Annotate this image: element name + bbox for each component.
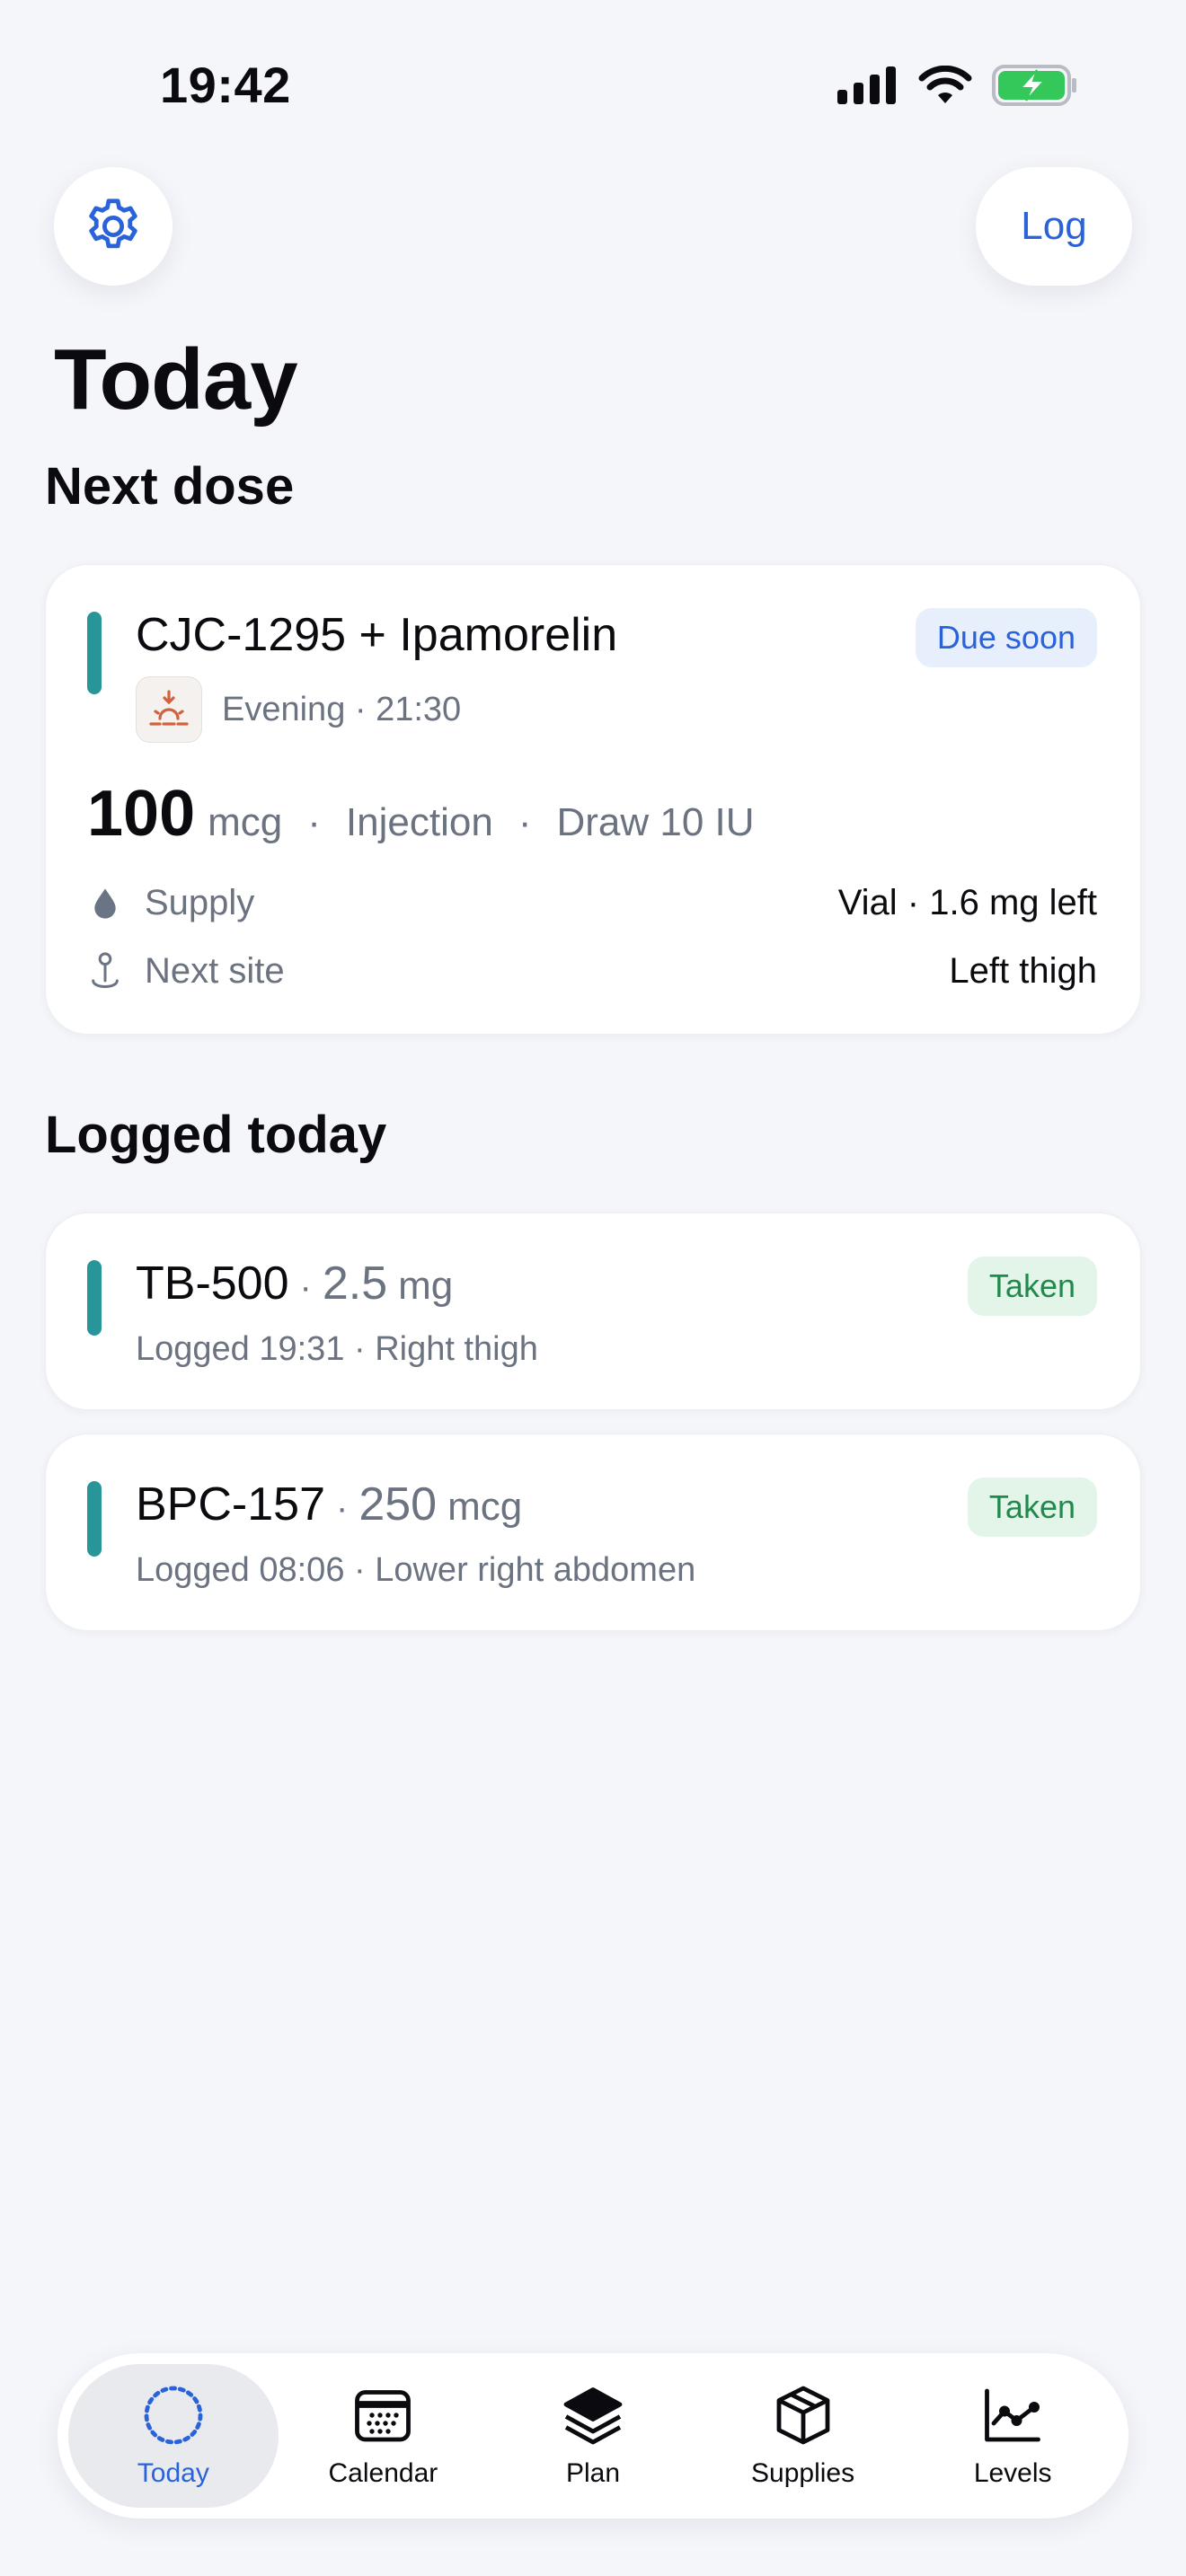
separator-dot: · (307, 800, 321, 844)
dose-time: Evening · 21:30 (222, 691, 462, 728)
next-site-value: Left thigh (949, 950, 1097, 991)
logged-item-amount: 250 (358, 1478, 438, 1531)
logged-item-title: TB-500 · 2.5 mg (136, 1257, 453, 1310)
dose-amount: 100 (87, 778, 196, 850)
dose-draw: Draw 10 IU (556, 800, 755, 844)
tab-today[interactable]: Today (68, 2364, 279, 2508)
battery-charging-icon (992, 65, 1076, 106)
logged-item-name: BPC-157 (136, 1478, 325, 1531)
logged-item-name: TB-500 (136, 1257, 289, 1310)
evening-sunset-icon (136, 676, 202, 743)
gear-icon (89, 198, 137, 249)
wifi-icon (918, 66, 972, 103)
logged-today-heading: Logged today (45, 1106, 387, 1164)
accent-bar (87, 1260, 102, 1336)
location-pin-icon (92, 952, 119, 989)
logged-item-detail: Logged 08:06 · Lower right abdomen (136, 1551, 696, 1589)
tab-label: Calendar (328, 2458, 438, 2488)
supply-label: Supply (145, 883, 255, 922)
separator-dot: · (336, 1488, 349, 1528)
separator-dot: · (299, 1267, 312, 1307)
log-button[interactable]: Log (976, 167, 1132, 286)
today-icon (144, 2386, 203, 2445)
next-dose-card[interactable]: CJC-1295 + Ipamorelin Due soon Evening ·… (45, 564, 1141, 1035)
status-time: 19:42 (160, 57, 291, 113)
box-icon (776, 2386, 829, 2445)
dose-summary: 100 mcg · Injection · Draw 10 IU (87, 777, 755, 851)
taken-badge: Taken (967, 1478, 1097, 1537)
accent-bar (87, 612, 102, 694)
logged-item-card[interactable]: TB-500 · 2.5 mg Taken Logged 19:31 · Rig… (45, 1213, 1141, 1410)
next-site-row: Next site Left thigh (87, 949, 1097, 992)
dose-route: Injection (345, 800, 493, 844)
supply-row: Supply Vial · 1.6 mg left (87, 883, 1097, 923)
page-title: Today (54, 331, 298, 428)
tab-calendar[interactable]: Calendar (279, 2364, 489, 2508)
droplet-icon (94, 887, 116, 919)
tab-label: Levels (973, 2458, 1052, 2488)
layers-icon (563, 2387, 623, 2445)
dose-unit: mcg (208, 800, 283, 844)
tab-label: Plan (565, 2458, 620, 2488)
dose-name: CJC-1295 + Ipamorelin (136, 609, 618, 661)
accent-bar (87, 1481, 102, 1557)
tab-plan[interactable]: Plan (488, 2364, 698, 2508)
next-site-label: Next site (145, 950, 285, 991)
separator-dot: · (518, 800, 532, 844)
status-icons (837, 65, 1078, 106)
tab-supplies[interactable]: Supplies (698, 2364, 908, 2508)
status-badge: Due soon (915, 608, 1097, 667)
logged-item-amount: 2.5 (322, 1257, 388, 1310)
logged-item-card[interactable]: BPC-157 · 250 mcg Taken Logged 08:06 · L… (45, 1434, 1141, 1631)
chart-line-icon (985, 2388, 1041, 2442)
next-dose-heading: Next dose (45, 457, 295, 516)
tab-levels[interactable]: Levels (907, 2364, 1118, 2508)
logged-item-unit: mcg (447, 1485, 523, 1529)
supply-value: Vial · 1.6 mg left (837, 883, 1097, 922)
tab-bar: Today Calendar Plan Supplies Levels (58, 2353, 1128, 2519)
taken-badge: Taken (967, 1257, 1097, 1316)
logged-item-detail: Logged 19:31 · Right thigh (136, 1330, 538, 1368)
calendar-icon (355, 2390, 412, 2442)
settings-button[interactable] (54, 167, 173, 286)
logged-item-unit: mg (398, 1264, 454, 1308)
logged-item-title: BPC-157 · 250 mcg (136, 1478, 522, 1531)
signal-icon (837, 66, 896, 104)
tab-label: Today (137, 2458, 209, 2488)
tab-label: Supplies (751, 2458, 855, 2488)
